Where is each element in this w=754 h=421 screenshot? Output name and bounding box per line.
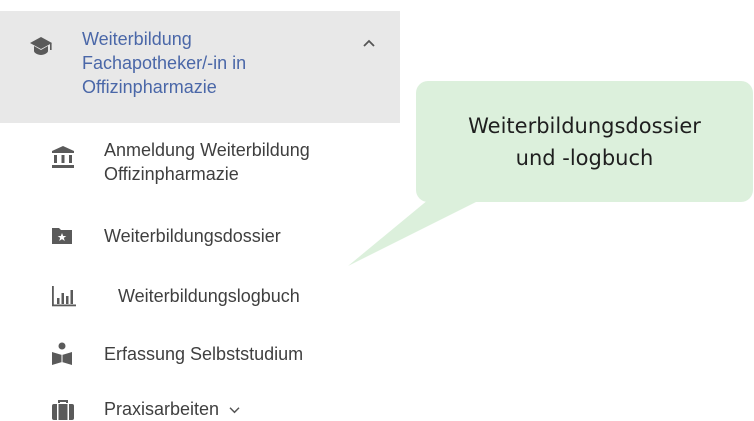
chevron-up-icon[interactable] — [361, 37, 377, 49]
menu-section-label: Weiterbildung Fachapotheker/-in in Offiz… — [82, 27, 322, 99]
menu-item-label: Praxisarbeiten — [104, 397, 241, 421]
reading-person-icon — [52, 342, 72, 365]
menu-item-anmeldung[interactable]: Anmeldung Weiterbildung Offizinpharmazie — [0, 135, 400, 197]
menu-section-label-line: Offizinpharmazie — [82, 77, 217, 97]
menu-item-logbuch[interactable]: Weiterbildungslogbuch — [0, 281, 400, 313]
menu-item-label-line: Weiterbildungslogbuch — [118, 286, 300, 306]
menu-item-label-line: Erfassung Selbststudium — [104, 344, 304, 364]
menu-section-weiterbildung[interactable]: Weiterbildung Fachapotheker/-in in Offiz… — [0, 11, 400, 123]
menu-item-label: Weiterbildungsdossier — [104, 224, 281, 248]
callout-bubble: Weiterbildungsdossier und -logbuch — [416, 81, 753, 202]
menu-section-label-line: Weiterbildung — [82, 29, 192, 49]
menu-item-praxisarbeiten[interactable]: Praxisarbeiten — [0, 394, 400, 421]
institution-icon — [52, 146, 74, 168]
menu-item-label-line: Praxisarbeiten — [104, 399, 220, 419]
bar-chart-icon — [52, 286, 76, 307]
graduation-cap-icon — [30, 37, 52, 55]
callout-line: Weiterbildungsdossier — [468, 113, 701, 138]
menu-section-label-line: Fachapotheker/-in in — [82, 53, 247, 73]
callout-line: und -logbuch — [515, 145, 654, 170]
menu-item-label: Anmeldung Weiterbildung Offizinpharmazie — [104, 138, 310, 186]
menu-item-label: Erfassung Selbststudium — [104, 342, 303, 366]
menu-item-label: Weiterbildungslogbuch — [118, 284, 300, 308]
chevron-down-icon[interactable] — [228, 406, 241, 415]
menu-item-dossier[interactable]: Weiterbildungsdossier — [0, 221, 400, 253]
menu-item-selbststudium[interactable]: Erfassung Selbststudium — [0, 339, 400, 371]
menu-item-label-line: Anmeldung Weiterbildung — [104, 140, 310, 160]
menu-item-label-line: Weiterbildungsdossier — [104, 226, 281, 246]
briefcase-icon — [52, 400, 74, 420]
menu-item-label-line: Offizinpharmazie — [104, 164, 239, 184]
folder-star-icon — [52, 228, 72, 244]
